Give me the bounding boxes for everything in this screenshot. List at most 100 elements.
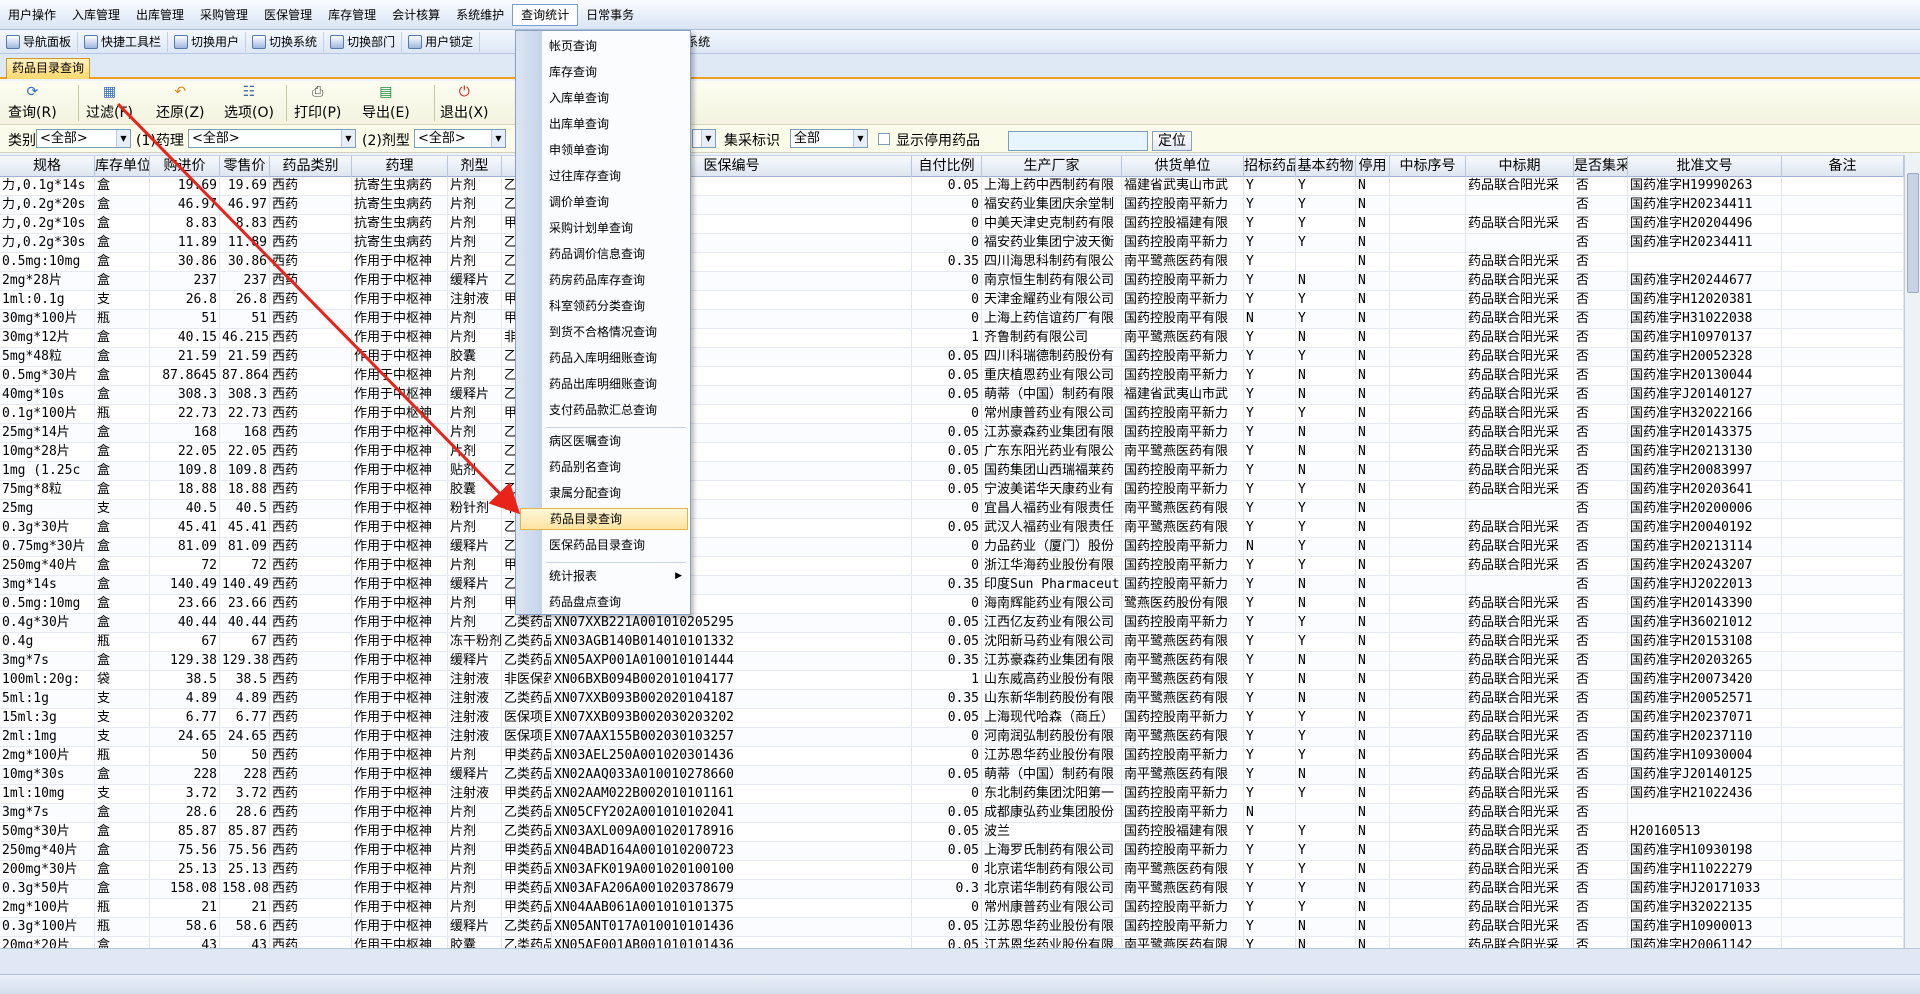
ribbon-button-1[interactable]: ▦ 过滤(F) — [86, 84, 133, 124]
hidden-select-tail[interactable]: ▼ — [692, 129, 716, 148]
menu-item-2[interactable]: 入库单查询 — [543, 87, 688, 109]
quick-tool-5[interactable]: 用户锁定 — [402, 31, 481, 52]
column-header[interactable]: 供货单位 — [1122, 156, 1244, 177]
quick-tool-0[interactable]: 导航面板 — [0, 31, 79, 52]
menu-item-5[interactable]: 过往库存查询 — [543, 165, 688, 187]
column-header[interactable]: 停用 — [1356, 156, 1390, 177]
table-row[interactable]: 0.4g*30片盒 40.44 40.44 西药 作用于中枢神 片剂 乙类药品 XN07XXB… — [0, 614, 1904, 633]
menu-item-1[interactable]: 库存查询 — [543, 61, 688, 83]
quick-tool-2[interactable]: 切换用户 — [168, 31, 247, 52]
table-row[interactable]: 0.5mg*30片盒87.864587.8645西药作用于中枢神片剂乙09642… — [0, 367, 1904, 386]
column-header[interactable]: 药理 — [352, 156, 448, 177]
table-row[interactable]: 0.3g*50片盒 158.08 158.08 西药 作用于中枢神 片剂 甲类药品 XN03A… — [0, 880, 1904, 899]
column-header[interactable]: 规格 — [0, 156, 95, 177]
column-header[interactable]: 药品类别 — [270, 156, 352, 177]
category-select[interactable]: <全部> ▼ — [36, 129, 131, 148]
menu-item-18[interactable]: 药品目录查询 — [520, 508, 688, 530]
table-row[interactable]: 3mg*7s 盒 129.38 129.38 西药 作用于中枢神 缓释片 乙类药品 XN05AX… — [0, 652, 1904, 671]
form-select[interactable]: <全部> ▼ — [414, 129, 506, 148]
menu-item-12[interactable]: 药品入库明细账查询 — [543, 347, 688, 369]
table-row[interactable]: 100ml:20g: 袋 38.5 38.5 西药 作用于中枢神 注射液 非医保药 XN06BX… — [0, 671, 1904, 690]
ribbon-button-4[interactable]: ⎙ 打印(P) — [294, 84, 341, 124]
table-row[interactable]: 0.5mg:10mg盒23.6623.66西药作用于中枢神片剂甲058360海南… — [0, 595, 1904, 614]
table-row[interactable]: 0.75mg*30片盒81.0981.09西药作用于中枢神缓释片乙009230力… — [0, 538, 1904, 557]
menu-item-9[interactable]: 药房药品库存查询 — [543, 269, 688, 291]
locate-button[interactable]: 定位 — [1152, 131, 1192, 151]
column-header[interactable]: 招标药品 — [1244, 156, 1296, 177]
quick-tool-1[interactable]: 快捷工具栏 — [78, 31, 169, 52]
table-row[interactable]: 2ml:1mg 支 24.65 24.65 西药 作用于中枢神 注射液 医保项目 XN07AAX… — [0, 728, 1904, 747]
column-header[interactable]: 剂型 — [448, 156, 502, 177]
table-row[interactable]: 力,0.2g*20s盒46.9746.97西药抗寄生虫病药片剂乙018770福安… — [0, 196, 1904, 215]
collect-select[interactable]: 全部 ▼ — [790, 129, 868, 148]
table-row[interactable]: 250mg*40片盒7272西药作用于中枢神片剂甲046470浙江华海药业股份有… — [0, 557, 1904, 576]
column-header[interactable]: 是否集采 — [1574, 156, 1628, 177]
table-row[interactable]: 5ml:1g 支 4.89 4.89 西药 作用于中枢神 注射液 乙类药品 XN07XXB093… — [0, 690, 1904, 709]
pharm-select[interactable]: <全部> ▼ — [188, 129, 356, 148]
table-row[interactable]: 30mg*100片瓶5151西药作用于中枢神片剂甲008180上海上药信谊药厂有… — [0, 310, 1904, 329]
table-row[interactable]: 50mg*30片盒 85.87 85.87 西药 作用于中枢神 片剂 乙类药品 XN03AXL… — [0, 823, 1904, 842]
menu-item-4[interactable]: 申领单查询 — [543, 139, 688, 161]
table-row[interactable]: 75mg*8粒盒18.8818.88西药作用于中枢神胶囊乙045650.05宁波… — [0, 481, 1904, 500]
table-row[interactable]: 3mg*14s盒140.49140.49西药作用于中枢神缓释片乙791790.3… — [0, 576, 1904, 595]
menu-2[interactable]: 出库管理 — [128, 4, 192, 26]
ribbon-button-5[interactable]: ▤ 导出(E) — [362, 84, 410, 124]
table-row[interactable]: 0.4g 瓶 67 67 西药 作用于中枢神 冻干粉剂 乙类药品 XN03AGB140B0140… — [0, 633, 1904, 652]
menu-item-20[interactable]: 统计报表 ▶ — [543, 565, 688, 587]
table-row[interactable]: 3mg*7s 盒 28.6 28.6 西药 作用于中枢神 片剂 乙类药品 XN05CFY202A… — [0, 804, 1904, 823]
table-row[interactable]: 1ml:10mg 支 3.72 3.72 西药 作用于中枢神 注射液 甲类药品 XN02AAM0… — [0, 785, 1904, 804]
table-row[interactable]: 25mg*14片盒168168西药作用于中枢神片剂乙014440.05江苏豪森药… — [0, 424, 1904, 443]
table-row[interactable]: 力,0.2g*30s盒11.8911.89西药抗寄生虫病药片剂乙018770福安… — [0, 234, 1904, 253]
menu-item-11[interactable]: 到货不合格情况查询 — [543, 321, 688, 343]
table-row[interactable]: 0.3g*100片瓶 58.6 58.6 西药 作用于中枢神 缓释片 乙类药品 XN05ANT… — [0, 918, 1904, 937]
table-row[interactable]: 10mg*28片盒22.0522.05西药作用于中枢神片剂乙069880.05广… — [0, 443, 1904, 462]
ribbon-button-0[interactable]: ⟳ 查询(R) — [8, 84, 57, 124]
column-header[interactable]: 基本药物 — [1296, 156, 1356, 177]
table-row[interactable]: 250mg*40片盒 75.56 75.56 西药 作用于中枢神 片剂 甲类药品 XN04BA… — [0, 842, 1904, 861]
table-row[interactable]: 25mg支40.540.5西药作用于中枢神粉针剂甲020000宜昌人福药业有限责… — [0, 500, 1904, 519]
menu-item-14[interactable]: 支付药品款汇总查询 — [543, 399, 688, 421]
column-header[interactable]: 批准文号 — [1628, 156, 1782, 177]
vertical-scrollbar[interactable] — [1904, 155, 1920, 948]
menu-item-17[interactable]: 隶属分配查询 — [543, 482, 688, 504]
ribbon-button-2[interactable]: ↶ 还原(Z) — [156, 84, 205, 124]
horizontal-scrollbar[interactable] — [0, 948, 1920, 974]
menu-item-13[interactable]: 药品出库明细账查询 — [543, 373, 688, 395]
menu-item-21[interactable]: 药品盘点查询 — [543, 591, 688, 613]
table-row[interactable]: 40mg*10s盒308.3308.3西药作用于中枢神缓释片乙086600.05… — [0, 386, 1904, 405]
table-row[interactable]: 5mg*48粒盒21.5921.59西药作用于中枢神胶囊乙021810.05四川… — [0, 348, 1904, 367]
show-disabled-checkbox[interactable] — [878, 133, 890, 145]
column-header[interactable]: 备注 — [1782, 156, 1904, 177]
table-row[interactable]: 15ml:3g 支 6.77 6.77 西药 作用于中枢神 注射液 医保项目 XN07XXB09… — [0, 709, 1904, 728]
table-row[interactable]: 1ml:0.1g支26.826.8西药作用于中枢神注射液甲008740天津金耀药… — [0, 291, 1904, 310]
ribbon-button-3[interactable]: ☷ 选项(O) — [224, 84, 274, 124]
menu-0[interactable]: 用户操作 — [0, 4, 64, 26]
menu-5[interactable]: 库存管理 — [320, 4, 384, 26]
locate-input[interactable] — [1008, 131, 1148, 151]
table-row[interactable]: 200mg*30片盒 25.13 25.13 西药 作用于中枢神 片剂 甲类药品 XN03AF… — [0, 861, 1904, 880]
menu-item-15[interactable]: 病区医嘱查询 — [543, 430, 688, 452]
column-header[interactable]: 中标期 — [1466, 156, 1574, 177]
table-row[interactable]: 0.5mg:10mg盒30.8630.86西药作用于中枢神片剂乙792820.3… — [0, 253, 1904, 272]
menu-item-6[interactable]: 调价单查询 — [543, 191, 688, 213]
table-row[interactable]: 2mg*100片瓶 21 21 西药 作用于中枢神 片剂 甲类药品 XN04AAB061A00… — [0, 899, 1904, 918]
column-header[interactable]: 自付比例 — [912, 156, 982, 177]
menu-item-3[interactable]: 出库单查询 — [543, 113, 688, 135]
table-row[interactable]: 0.1g*100片瓶22.7322.73西药作用于中枢神片剂甲013750常州康… — [0, 405, 1904, 424]
table-row[interactable]: 力,0.2g*10s盒8.838.83西药抗寄生虫病药片剂甲009690中美天津… — [0, 215, 1904, 234]
table-row[interactable]: 1mg (1.25c盒109.8109.8西药作用于中枢神贴剂乙029240.0… — [0, 462, 1904, 481]
scroll-thumb[interactable] — [1907, 173, 1919, 293]
menu-8[interactable]: 查询统计 — [512, 3, 579, 26]
table-row[interactable]: 0.3g*30片盒45.4145.41西药作用于中枢神片剂乙019580.05武… — [0, 519, 1904, 538]
menu-3[interactable]: 采购管理 — [192, 4, 256, 26]
menu-item-8[interactable]: 药品调价信息查询 — [543, 243, 688, 265]
table-row[interactable]: 2mg*100片瓶 50 50 西药 作用于中枢神 片剂 甲类药品 XN03AEL250A00… — [0, 747, 1904, 766]
column-header[interactable]: 中标序号 — [1390, 156, 1466, 177]
menu-item-10[interactable]: 科室领药分类查询 — [543, 295, 688, 317]
table-row[interactable]: 20mg*20片盒 43 43 西药 作用于中枢神 胶囊 乙类药品 XN05AE001AB00… — [0, 937, 1904, 948]
table-row[interactable]: 力,0.1g*14s盒19.6919.69西药抗寄生虫病药片剂乙008340.0… — [0, 177, 1904, 196]
menu-item-0[interactable]: 帐页查询 — [543, 35, 688, 57]
menu-1[interactable]: 入库管理 — [64, 4, 128, 26]
quick-tool-3[interactable]: 切换系统 — [246, 31, 325, 52]
tab-drug-catalog-query[interactable]: 药品目录查询 — [6, 58, 91, 79]
